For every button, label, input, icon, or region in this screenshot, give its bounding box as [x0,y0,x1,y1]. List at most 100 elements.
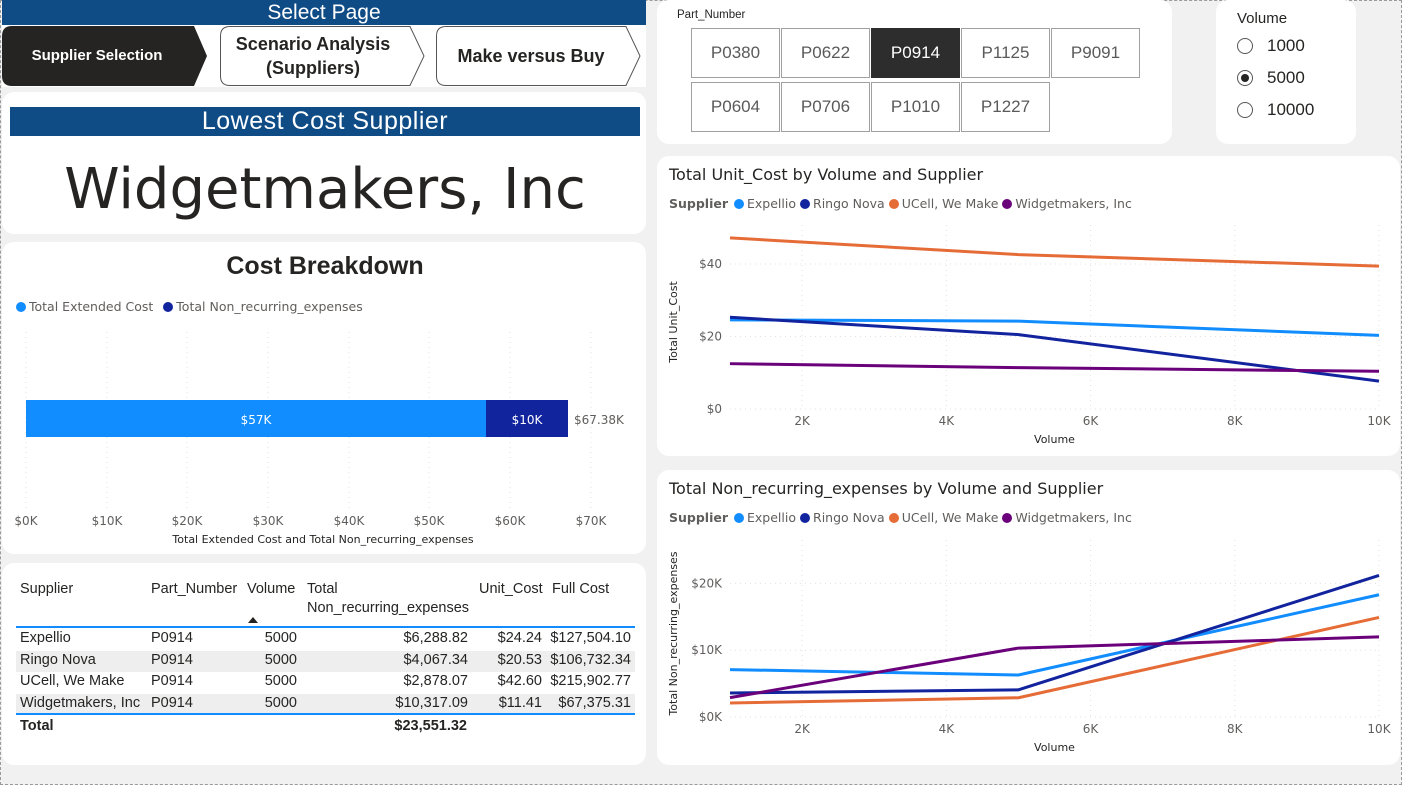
x-tick: 4K [939,414,956,428]
cell-full-cost: $67,375.31 [558,695,631,711]
nav-button-supplier-selection[interactable]: Supplier Selection [2,26,208,86]
legend-dot [800,513,811,523]
volume-option-1000[interactable]: 1000 [1237,35,1305,57]
legend-item[interactable]: Expellio [734,196,796,211]
table-row[interactable] [16,629,635,650]
legend-item[interactable]: UCell, We Make [888,510,998,525]
nav-button-label: Supplier Selection [31,47,163,64]
total-divider [16,713,635,715]
part-number-option-p0622[interactable]: P0622 [781,28,870,78]
y-tick: $10K [691,643,723,657]
part-number-slicer-label: Part_Number [677,9,746,21]
cost-breakdown-legend: Total Extended Cost Total Non_recurring_… [16,299,369,314]
cell-unit-cost: $20.53 [497,652,542,668]
part-number-option-p0380[interactable]: P0380 [691,28,780,78]
legend-dot [1002,199,1013,209]
part-number-option-p9091[interactable]: P9091 [1051,28,1140,78]
cost-breakdown-title: Cost Breakdown [226,252,424,280]
radio-circle-icon [1237,38,1253,54]
x-tick: 2K [794,722,811,736]
legend-label: Ringo Nova [813,510,885,525]
x-tick: $60K [495,514,527,528]
nav-button-label: Scenario Analysis (Suppliers) [220,26,426,86]
legend-item[interactable]: Widgetmakers, Inc [1002,196,1132,211]
y-axis-label: Total Unit_Cost [667,281,680,364]
cell-nre: $10,317.09 [395,695,468,711]
x-tick: $70K [576,514,608,528]
col-header-nre[interactable]: Non_recurring_expenses [307,600,469,616]
cell-part-number: P0914 [151,673,193,689]
bar-label-nre: $10K [512,413,544,427]
x-tick: $50K [414,514,446,528]
y-tick: $0K [699,710,723,724]
col-header-supplier[interactable]: Supplier [20,581,73,597]
y-tick: $40 [699,257,722,271]
col-header-unit-cost[interactable]: Unit_Cost [479,581,543,597]
x-tick: 2K [794,414,811,428]
legend-item[interactable]: Ringo Nova [800,510,885,525]
x-tick: $30K [253,514,285,528]
col-header-part-number[interactable]: Part_Number [151,581,237,597]
x-tick: 6K [1083,722,1100,736]
volume-slicer-title: Volume [1237,10,1288,27]
cell-unit-cost: $11.41 [498,695,542,711]
part-number-option-p1125[interactable]: P1125 [961,28,1050,78]
cell-volume: 5000 [264,652,297,668]
cell-full-cost: $215,902.77 [550,673,631,689]
part-number-option-p0706[interactable]: P0706 [781,82,870,132]
cell-part-number: P0914 [151,695,193,711]
legend-item-extended-cost[interactable]: Total Extended Cost [16,299,153,314]
legend-title: Supplier [669,196,729,211]
part-number-option-p1010[interactable]: P1010 [871,82,960,132]
part-number-option-p0604[interactable]: P0604 [691,82,780,132]
x-tick: 8K [1227,414,1244,428]
legend-item[interactable]: Widgetmakers, Inc [1002,510,1132,525]
legend-label: Expellio [747,196,797,211]
nav-button-scenario-analysis[interactable]: Scenario Analysis (Suppliers) [220,26,426,86]
x-tick: 10K [1367,722,1391,736]
cell-volume: 5000 [264,630,297,646]
legend-dot [1002,513,1013,523]
col-header-total[interactable]: Total [307,581,338,597]
bar-label-extended: $57K [241,413,273,427]
x-axis-label: Volume [1034,741,1075,754]
table-row[interactable] [16,651,635,672]
col-header-full-cost[interactable]: Full Cost [552,581,609,597]
x-axis-label: Volume [1034,433,1075,446]
cell-unit-cost: $42.60 [497,673,542,689]
legend-item-nre[interactable]: Total Non_recurring_expenses [163,299,363,314]
legend-label: UCell, We Make [901,196,999,211]
cell-supplier: Ringo Nova [20,652,96,668]
legend-dot [734,199,745,209]
legend-dot [888,199,899,209]
cell-supplier: Widgetmakers, Inc [20,695,141,711]
x-tick: 6K [1083,414,1100,428]
cell-supplier: Expellio [20,630,71,646]
legend-item[interactable]: Expellio [734,510,796,525]
lowest-cost-supplier-value: Widgetmakers, Inc [64,157,586,222]
nav-button-label-line1: Scenario Analysis [235,34,391,54]
volume-option-5000[interactable]: 5000 [1237,67,1305,89]
x-tick: $40K [334,514,366,528]
cell-volume: 5000 [264,695,297,711]
x-tick: 10K [1367,414,1391,428]
legend-dot [16,302,26,312]
series-line-ringo-nova[interactable] [729,573,1380,695]
legend-item[interactable]: UCell, We Make [888,196,999,211]
legend-dot [888,513,899,523]
nav-button-make-versus-buy[interactable]: Make versus Buy [436,26,642,86]
x-tick: $0K [14,514,38,528]
chart-gridlines [730,225,1380,410]
unit-cost-legend: Supplier Expellio Ringo Nova UCell, We Make… [669,196,1136,211]
part-number-option-p0914[interactable]: P0914 [871,28,960,78]
lowest-cost-title: Lowest Cost Supplier [10,107,640,136]
part-number-option-p1227[interactable]: P1227 [961,82,1050,132]
cell-supplier: UCell, We Make [20,673,125,689]
series-line-ucell-we-make[interactable] [729,236,1380,268]
volume-option-label: 5000 [1267,68,1305,87]
col-header-volume[interactable]: Volume [247,581,295,597]
legend-item[interactable]: Ringo Nova [800,196,885,211]
series-line-ucell-we-make[interactable] [729,616,1380,705]
volume-option-10000[interactable]: 10000 [1237,99,1314,121]
cell-unit-cost: $24.24 [497,630,542,646]
